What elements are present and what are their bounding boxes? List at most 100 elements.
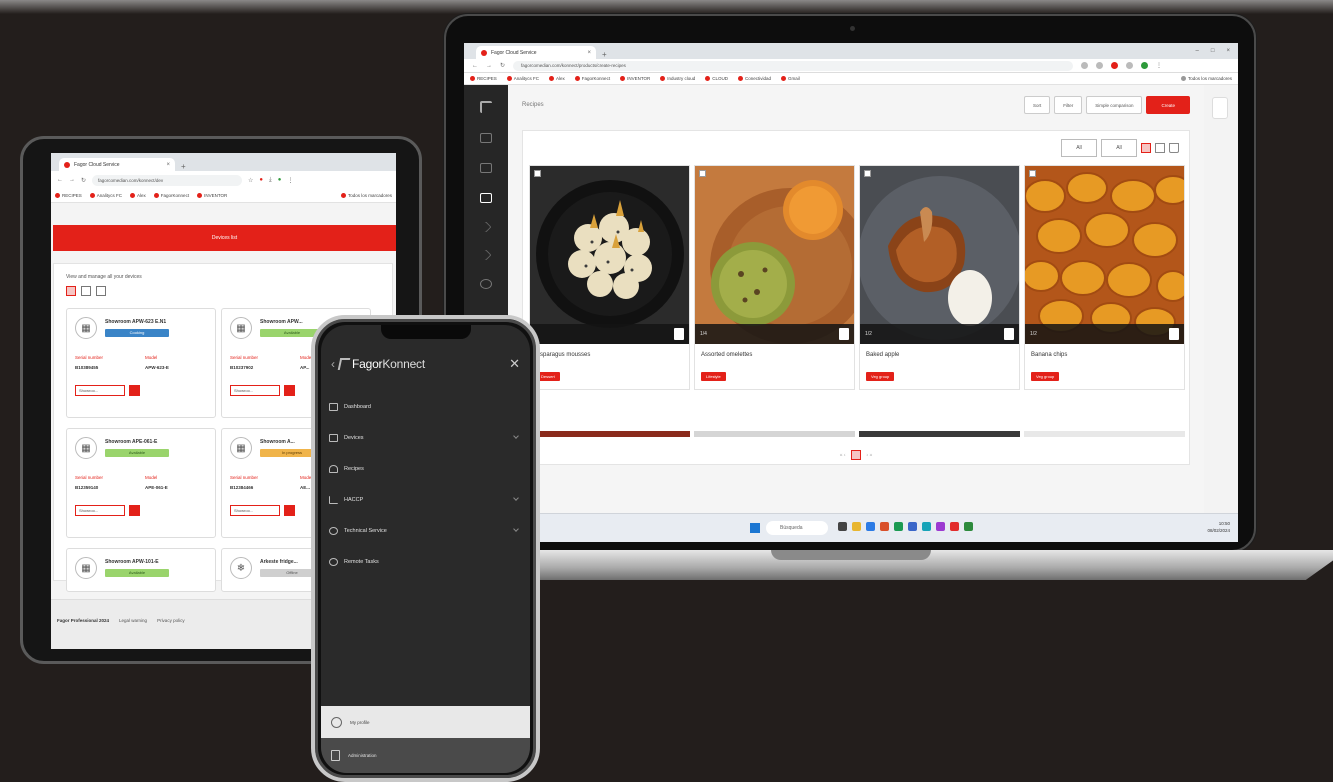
pager-prev[interactable]: « ‹ [840,452,846,458]
forward-icon[interactable]: → [69,177,75,183]
minimize-icon[interactable]: – [1196,48,1199,54]
filter-select-2[interactable]: All [1101,139,1137,157]
maximize-icon[interactable]: □ [1211,48,1215,54]
device-location-select[interactable]: Showroo... [75,505,125,516]
administration-item[interactable]: Administration [321,738,530,773]
browser-menu-icon[interactable]: ⋮ [287,177,293,184]
profile-avatar-icon[interactable]: ● [278,177,282,183]
device-card[interactable]: ▦ Showroom APW-623 E.N1 Cooking Serial n… [66,308,216,418]
grid-view-icon[interactable] [66,286,76,296]
device-card[interactable]: ▦ Showroom APW-101-E Available [66,548,216,592]
recipe-checkbox[interactable] [699,170,706,177]
bookmark-item[interactable]: Alex [130,193,146,198]
taskbar-app-icon[interactable] [838,522,847,531]
taskbar-app-icon[interactable] [894,522,903,531]
bookmark-item[interactable]: RECIPES [55,193,82,198]
all-bookmarks[interactable]: Todos los marcadores [341,193,392,198]
extension-icon[interactable]: ● [259,177,263,183]
download-icon[interactable]: ⤓ [269,177,272,184]
fagor-logo-icon[interactable] [480,101,492,113]
bookmark-item[interactable]: Conectividad [738,76,771,81]
pager-current[interactable] [851,450,861,460]
reload-icon[interactable]: ↻ [81,177,86,184]
sidebar-devices-icon[interactable] [480,163,492,173]
sort-button[interactable]: Sort [1023,96,1051,114]
list-view-icon[interactable] [81,286,91,296]
zoom-icon[interactable] [1081,62,1089,69]
tablet-address-bar[interactable]: fagorcomedian.com/konnect/dev [92,174,243,186]
filter-button[interactable]: Filter [1054,96,1083,114]
list-view-icon[interactable] [1155,143,1165,153]
sidebar-haccp-icon[interactable] [480,221,492,233]
privacy-policy-link[interactable]: Privacy policy [157,618,185,631]
windows-start-icon[interactable] [750,523,760,533]
profile-avatar-icon[interactable] [1141,62,1149,69]
recipe-save-icon[interactable] [674,328,684,340]
taskbar-app-icon[interactable] [852,522,861,531]
taskbar-clock[interactable]: 10:50 08/02/2024 [1207,520,1230,534]
notification-bell-icon[interactable] [1212,97,1228,119]
recipe-card[interactable]: 1/4 Assorted omelettes Lifestyle [694,165,855,390]
delete-icon[interactable] [1169,143,1179,153]
delete-icon[interactable] [96,286,106,296]
back-icon[interactable]: ← [472,63,478,69]
close-window-icon[interactable]: × [1226,48,1230,54]
address-bar[interactable]: fagorcomedian.com/konnect/products/creat… [513,60,1074,71]
bookmark-item[interactable]: Analitycs FC [90,193,122,198]
recipe-tag[interactable]: Lifestyle [701,372,726,381]
taskbar-app-icon[interactable] [908,522,917,531]
bookmark-item[interactable]: Alex [549,76,565,81]
extension-icon[interactable] [1111,62,1119,69]
recipe-tag[interactable]: Veg group [866,372,895,381]
new-tab-icon[interactable]: + [602,50,607,59]
pager-next[interactable]: › » [866,452,872,458]
close-icon[interactable]: ✕ [509,356,520,372]
bookmark-item[interactable]: INVENTOR [197,193,227,198]
recipe-checkbox[interactable] [864,170,871,177]
bookmark-item[interactable]: RECIPES [470,76,497,81]
close-tab-icon[interactable]: × [166,162,170,168]
tablet-browser-tab[interactable]: Fagor Cloud Service × [59,158,175,171]
device-delete-button[interactable] [129,385,140,396]
new-tab-icon[interactable]: + [181,162,186,171]
recipe-tag[interactable]: Veg group [1031,372,1060,381]
menu-item-dashboard[interactable]: Dashboard [329,391,522,422]
recipe-card[interactable]: 1/2 Baked apple Veg group [859,165,1020,390]
device-location-select[interactable]: Showroo... [230,505,280,516]
menu-item-remote-tasks[interactable]: Remote Tasks [329,546,522,577]
menu-item-haccp[interactable]: HACCP [329,484,522,515]
taskbar-app-icon[interactable] [964,522,973,531]
compare-button[interactable]: Simple comparison [1086,96,1143,114]
bookmark-star-icon[interactable]: ☆ [248,177,253,184]
taskbar-app-icon[interactable] [936,522,945,531]
recipe-save-icon[interactable] [1169,328,1179,340]
device-delete-button[interactable] [284,505,295,516]
browser-menu-icon[interactable]: ⋮ [1156,62,1162,69]
forward-icon[interactable]: → [486,63,492,69]
recipe-save-icon[interactable] [839,328,849,340]
legal-warning-link[interactable]: Legal warning [119,618,147,631]
reload-icon[interactable]: ↻ [500,62,505,69]
taskbar-app-icon[interactable] [880,522,889,531]
sidebar-service-icon[interactable] [480,249,492,261]
recipe-save-icon[interactable] [1004,328,1014,340]
device-location-select[interactable]: Showroo... [230,385,280,396]
browser-tab[interactable]: Fagor Cloud Service × [476,46,596,59]
bookmark-item[interactable]: INVENTOR [620,76,650,81]
close-tab-icon[interactable]: × [587,50,591,56]
menu-item-recipes[interactable]: Recipes [329,453,522,484]
bookmark-item[interactable]: FagorKonnect [154,193,189,198]
devices-list-button[interactable]: Devices list [53,225,396,251]
menu-item-technical-service[interactable]: Technical Service [329,515,522,546]
recipe-card[interactable]: 1/2 Banana chips Veg group [1024,165,1185,390]
bookmark-item[interactable]: Analitycs FC [507,76,539,81]
my-profile-item[interactable]: My profile [321,706,530,738]
bookmark-item[interactable]: CLOUD [705,76,728,81]
sidebar-tasks-icon[interactable] [480,279,492,289]
sidebar-recipes-icon[interactable] [480,193,492,203]
recipe-card[interactable]: Asparagus mousses Dessert [529,165,690,390]
device-location-select[interactable]: Showroo... [75,385,125,396]
device-delete-button[interactable] [129,505,140,516]
bookmark-item[interactable]: FagorKonnect [575,76,610,81]
all-bookmarks[interactable]: Todos los marcadores [1181,76,1232,81]
